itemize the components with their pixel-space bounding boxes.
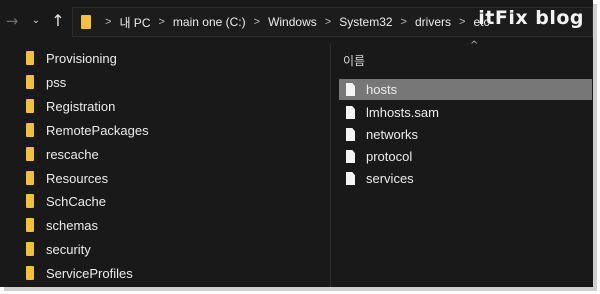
file-row[interactable]: protocol xyxy=(339,146,592,167)
tree-item[interactable]: ServiceProfiles xyxy=(26,263,133,283)
folder-icon xyxy=(26,75,34,89)
folder-icon xyxy=(26,194,34,208)
breadcrumb: > 내 PC > main one (C:) > Windows > Syste… xyxy=(97,8,489,36)
tree-item-label: security xyxy=(46,241,91,257)
breadcrumb-item-system32[interactable]: System32 xyxy=(339,15,392,29)
folder-icon xyxy=(26,218,34,232)
tree-item-label: Provisioning xyxy=(46,50,117,66)
folder-icon xyxy=(26,99,34,113)
breadcrumb-item-this-pc[interactable]: 내 PC xyxy=(119,14,150,31)
file-name: networks xyxy=(366,127,419,142)
folder-icon xyxy=(26,242,34,256)
file-icon xyxy=(346,83,355,96)
tree-item[interactable]: pss xyxy=(26,72,66,92)
tree-item[interactable]: Provisioning xyxy=(26,48,117,68)
file-explorer-window: → ⌄ ↑ > 내 PC > main one (C:) > Windows >… xyxy=(0,0,593,287)
tree-item[interactable]: SchCache xyxy=(26,191,106,211)
breadcrumb-separator-icon[interactable]: > xyxy=(254,16,260,28)
breadcrumb-separator-icon[interactable]: > xyxy=(158,16,164,28)
file-row[interactable]: lmhosts.sam xyxy=(339,102,592,123)
tree-item[interactable]: security xyxy=(26,239,91,259)
tree-item-label: RemotePackages xyxy=(46,122,149,138)
tree-item-label: schemas xyxy=(46,217,99,233)
file-name: protocol xyxy=(366,149,413,164)
file-icon xyxy=(346,172,355,185)
folder-icon xyxy=(26,147,34,161)
breadcrumb-separator-icon[interactable]: > xyxy=(459,16,465,28)
tree-item-label: Resources xyxy=(46,170,109,186)
file-icon xyxy=(346,150,355,163)
file-icon xyxy=(346,128,355,141)
folder-icon xyxy=(26,171,34,185)
breadcrumb-separator-icon[interactable]: > xyxy=(401,16,407,28)
navigation-bar: → ⌄ ↑ > 내 PC > main one (C:) > Windows >… xyxy=(0,0,593,43)
tree-item[interactable]: rescache xyxy=(26,144,99,164)
file-name: hosts xyxy=(366,82,398,97)
breadcrumb-item-drivers[interactable]: drivers xyxy=(415,15,451,29)
tree-item[interactable]: schemas xyxy=(26,215,98,235)
tree-item-label: rescache xyxy=(46,146,99,162)
folder-icon xyxy=(26,266,34,280)
file-name: lmhosts.sam xyxy=(366,105,439,120)
breadcrumb-separator-icon[interactable]: > xyxy=(325,16,331,28)
sort-ascending-icon: ^ xyxy=(470,40,479,51)
watermark-text: itFix blog xyxy=(478,7,584,29)
folder-icon xyxy=(81,15,91,29)
tree-item-label: Registration xyxy=(46,98,116,114)
tree-item[interactable]: Resources xyxy=(26,168,108,188)
file-name: services xyxy=(366,171,414,186)
breadcrumb-separator-icon[interactable]: > xyxy=(105,16,111,28)
tree-item-label: SchCache xyxy=(46,193,106,209)
folder-icon xyxy=(26,123,34,137)
navigation-pane: Provisioning pss Registration RemotePack… xyxy=(0,43,330,287)
breadcrumb-item-drive-c[interactable]: main one (C:) xyxy=(173,15,246,29)
file-row[interactable]: networks xyxy=(339,124,592,145)
breadcrumb-item-windows[interactable]: Windows xyxy=(268,15,317,29)
recent-locations-chevron-icon[interactable]: ⌄ xyxy=(28,11,44,31)
file-icon xyxy=(346,106,355,119)
forward-arrow-icon[interactable]: → xyxy=(4,11,20,31)
folder-icon xyxy=(26,51,34,65)
file-row[interactable]: services xyxy=(339,168,592,189)
file-row[interactable]: hosts xyxy=(339,79,592,100)
column-header-name[interactable]: 이름 xyxy=(343,52,365,69)
up-arrow-icon[interactable]: ↑ xyxy=(50,11,66,31)
tree-item-label: ServiceProfiles xyxy=(46,265,133,281)
tree-item[interactable]: RemotePackages xyxy=(26,120,149,140)
tree-item-label: pss xyxy=(46,74,67,90)
tree-item[interactable]: Registration xyxy=(26,96,115,116)
